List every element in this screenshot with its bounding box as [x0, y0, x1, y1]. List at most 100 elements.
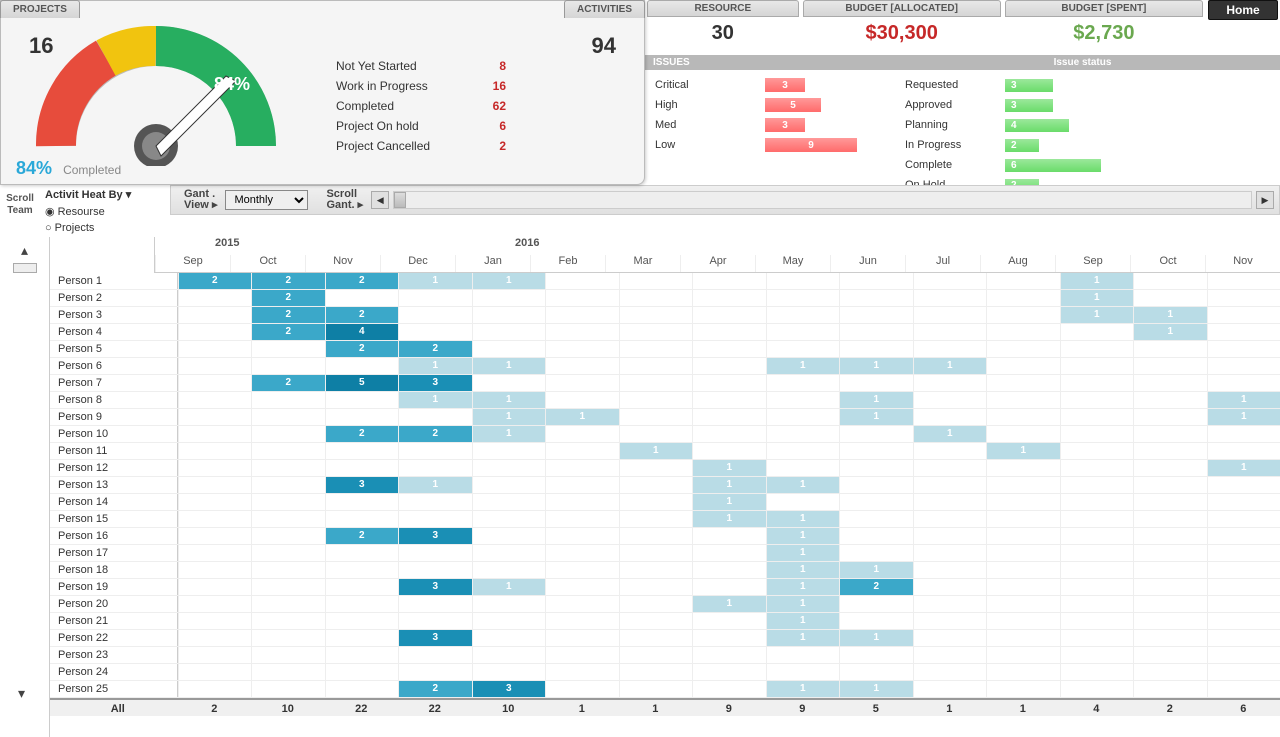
- heat-cell[interactable]: 1: [839, 358, 913, 374]
- heat-cell[interactable]: 1: [472, 409, 546, 425]
- activities-tab[interactable]: ACTIVITIES: [564, 0, 645, 18]
- heat-cell[interactable]: 3: [325, 477, 399, 493]
- heat-cell[interactable]: 1: [1060, 273, 1134, 289]
- heat-cell[interactable]: 1: [472, 392, 546, 408]
- heat-cell[interactable]: 1: [839, 630, 913, 646]
- heat-cell[interactable]: 1: [766, 477, 840, 493]
- empty-cell: [1060, 324, 1134, 340]
- heat-cell[interactable]: 4: [325, 324, 399, 340]
- heat-cell[interactable]: 1: [398, 358, 472, 374]
- heat-cell[interactable]: 1: [1133, 324, 1207, 340]
- projects-tab[interactable]: PROJECTS: [0, 0, 80, 18]
- interval-select[interactable]: Monthly: [225, 190, 308, 210]
- heat-cell[interactable]: 1: [839, 409, 913, 425]
- empty-cell: [619, 477, 693, 493]
- heat-cell[interactable]: 2: [251, 273, 325, 289]
- heat-cell[interactable]: 2: [398, 426, 472, 442]
- heat-cell[interactable]: 1: [766, 630, 840, 646]
- radio-resource[interactable]: ◉Resourse: [45, 205, 165, 218]
- heat-cell[interactable]: 2: [398, 341, 472, 357]
- status-row: Work in Progress16: [336, 76, 506, 96]
- empty-cell: [986, 460, 1060, 476]
- heat-cell[interactable]: 2: [251, 290, 325, 306]
- scroll-slider[interactable]: [13, 263, 37, 273]
- heat-cell[interactable]: 1: [472, 579, 546, 595]
- heat-cell[interactable]: 2: [325, 307, 399, 323]
- heat-cell[interactable]: 3: [398, 375, 472, 391]
- empty-cell: [1207, 664, 1280, 680]
- heat-cell[interactable]: 1: [766, 511, 840, 527]
- scroll-thumb[interactable]: [394, 192, 406, 208]
- heat-by-dropdown[interactable]: Activit Heat By ▾: [45, 188, 165, 201]
- scroll-down-button[interactable]: ▾: [18, 685, 25, 702]
- heat-cell[interactable]: 1: [472, 358, 546, 374]
- radio-projects[interactable]: ○Projects: [45, 222, 165, 234]
- heat-cell[interactable]: 1: [692, 511, 766, 527]
- heat-cell[interactable]: 1: [766, 596, 840, 612]
- heat-cell[interactable]: 2: [251, 307, 325, 323]
- heat-cell[interactable]: 3: [398, 528, 472, 544]
- month-label: Mar: [605, 255, 680, 272]
- budget-spent-tab[interactable]: BUDGET [SPENT]: [1005, 0, 1203, 17]
- heat-cell[interactable]: 1: [472, 273, 546, 289]
- heat-cell[interactable]: 3: [472, 681, 546, 697]
- heat-cell[interactable]: 1: [1207, 392, 1280, 408]
- empty-cell: [398, 460, 472, 476]
- heat-cell[interactable]: 1: [692, 460, 766, 476]
- heat-cell[interactable]: 2: [325, 273, 399, 289]
- heat-cell[interactable]: 1: [986, 443, 1060, 459]
- scroll-up-button[interactable]: ▴: [0, 242, 49, 259]
- heat-cell[interactable]: 3: [398, 630, 472, 646]
- heat-cell[interactable]: 1: [472, 426, 546, 442]
- heat-cell[interactable]: 2: [398, 681, 472, 697]
- heat-cell[interactable]: 1: [1060, 307, 1134, 323]
- total-cell: 1: [913, 700, 987, 716]
- empty-cell: [692, 324, 766, 340]
- heat-cell[interactable]: 1: [1133, 307, 1207, 323]
- empty-cell: [766, 494, 840, 510]
- heat-cell[interactable]: 1: [913, 426, 987, 442]
- heat-cell[interactable]: 2: [325, 341, 399, 357]
- heat-cell[interactable]: 1: [619, 443, 693, 459]
- heat-cell[interactable]: 1: [692, 494, 766, 510]
- empty-cell: [692, 290, 766, 306]
- heat-cell[interactable]: 1: [766, 562, 840, 578]
- heat-cell[interactable]: 2: [251, 375, 325, 391]
- heat-cell[interactable]: 1: [1207, 409, 1280, 425]
- heat-cell[interactable]: 1: [766, 528, 840, 544]
- heat-cell[interactable]: 1: [766, 358, 840, 374]
- resource-tab[interactable]: RESOURCE: [647, 0, 799, 17]
- empty-cell: [178, 375, 252, 391]
- gant-view-button[interactable]: Gant . View ▸: [184, 189, 217, 211]
- heat-cell[interactable]: 1: [766, 579, 840, 595]
- heat-cell[interactable]: 5: [325, 375, 399, 391]
- budget-alloc-tab[interactable]: BUDGET [ALLOCATED]: [803, 0, 1001, 17]
- heat-cell[interactable]: 1: [1060, 290, 1134, 306]
- heat-cell[interactable]: 1: [545, 409, 619, 425]
- heat-cell[interactable]: 1: [1207, 460, 1280, 476]
- heat-cell[interactable]: 1: [839, 681, 913, 697]
- heat-cell[interactable]: 1: [839, 562, 913, 578]
- heat-cell[interactable]: 3: [398, 579, 472, 595]
- heat-cell[interactable]: 1: [692, 477, 766, 493]
- scroll-right-button[interactable]: ▶: [1256, 191, 1274, 209]
- heat-cell[interactable]: 2: [325, 426, 399, 442]
- scroll-left-button[interactable]: ◀: [371, 191, 389, 209]
- scroll-gant-button[interactable]: Scroll Gant. ▸: [326, 189, 363, 211]
- heat-cell[interactable]: 1: [766, 545, 840, 561]
- heat-cell[interactable]: 1: [398, 477, 472, 493]
- heat-cell[interactable]: 1: [692, 596, 766, 612]
- heat-cell[interactable]: 1: [766, 613, 840, 629]
- home-button[interactable]: Home: [1208, 0, 1278, 20]
- heat-cell[interactable]: 2: [839, 579, 913, 595]
- scroll-track[interactable]: [393, 191, 1252, 209]
- heat-cell[interactable]: 2: [325, 528, 399, 544]
- heat-cell[interactable]: 2: [178, 273, 252, 289]
- heat-cell[interactable]: 1: [839, 392, 913, 408]
- heat-cell[interactable]: 1: [398, 273, 472, 289]
- heat-cell[interactable]: 1: [766, 681, 840, 697]
- heat-cell[interactable]: 2: [251, 324, 325, 340]
- empty-cell: [178, 443, 252, 459]
- heat-cell[interactable]: 1: [913, 358, 987, 374]
- heat-cell[interactable]: 1: [398, 392, 472, 408]
